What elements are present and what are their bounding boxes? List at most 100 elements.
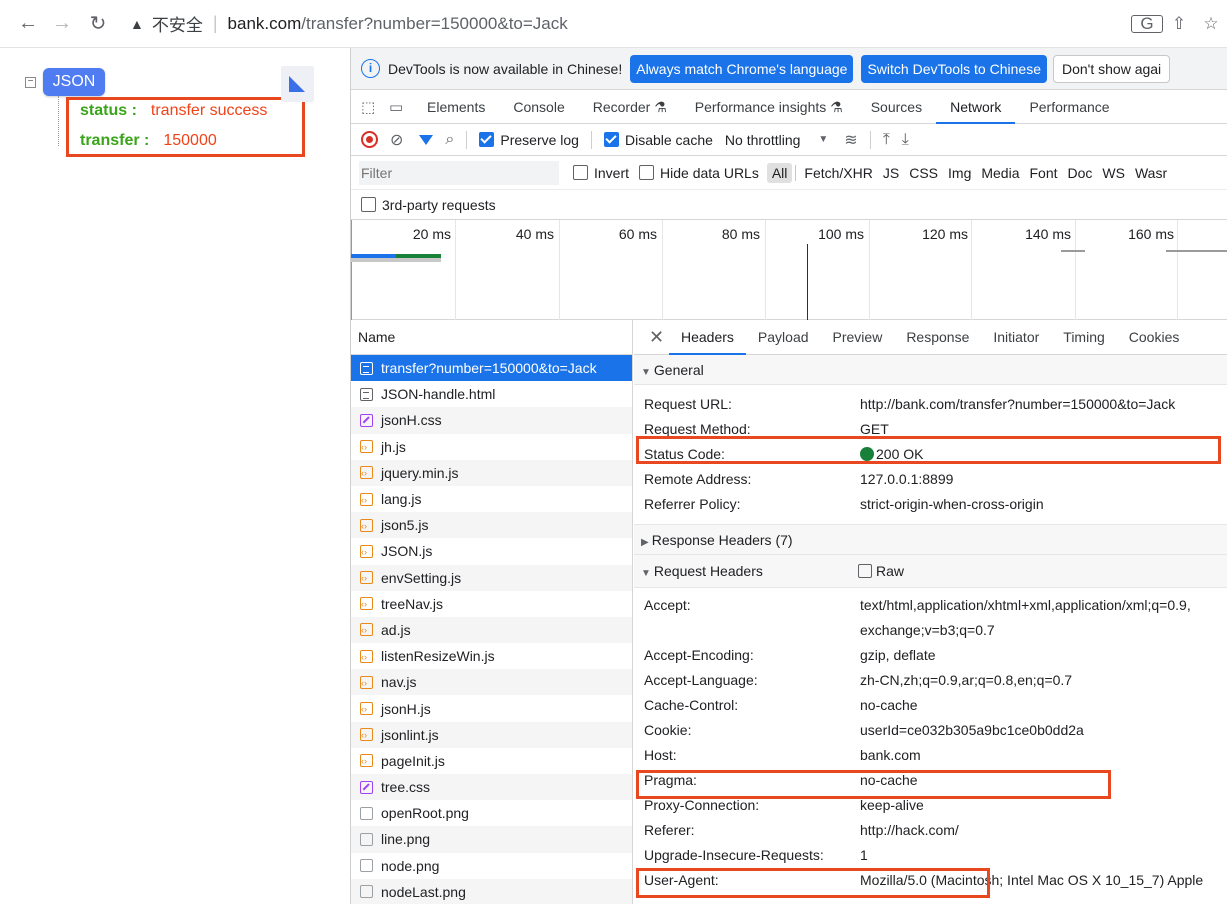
close-icon[interactable]: ✕ [649,327,669,348]
tab-performance-insights[interactable]: Performance insights ⚗ [681,90,857,124]
request-row[interactable]: envSetting.js [351,564,632,591]
header-value[interactable]: text/html,application/xhtml+xml,applicat… [860,597,1191,613]
import-har-icon[interactable]: ⤒ [883,131,890,149]
type-filter-all[interactable]: All [766,162,793,183]
tab-preview[interactable]: Preview [821,320,895,355]
collapse-toggle-icon[interactable]: − [25,77,36,88]
tab-headers[interactable]: Headers [669,320,746,355]
request-row[interactable]: jsonlint.js [351,721,632,748]
json-root-badge[interactable]: JSON [43,68,105,96]
js-file-icon [360,565,373,591]
tab-cookies[interactable]: Cookies [1117,320,1192,355]
section-response-headers[interactable]: ▶ Response Headers (7) [634,524,1227,555]
inspect-element-icon[interactable]: ⬚ [361,98,381,116]
tab-performance[interactable]: Performance [1015,90,1123,124]
type-filter-js[interactable]: JS [878,163,904,183]
warning-icon[interactable]: ▲ [130,16,144,32]
header-value[interactable]: exchange;v=b3;q=0.7 [860,622,995,638]
request-row[interactable]: JSON.js [351,538,632,565]
viewer-corner-button[interactable] [281,66,314,102]
request-row[interactable]: jh.js [351,434,632,460]
filter-icon[interactable] [419,134,434,145]
invert-checkbox[interactable]: Invert [573,165,629,181]
request-row[interactable]: jsonH.js [351,695,632,722]
device-toolbar-icon[interactable]: ▭ [389,98,413,116]
js-file-icon [360,460,373,486]
type-filter-fetch-xhr[interactable]: Fetch/XHR [799,163,877,183]
request-row[interactable]: ad.js [351,616,632,643]
header-value[interactable]: strict-origin-when-cross-origin [860,496,1044,512]
header-value[interactable]: http://hack.com/ [860,822,959,838]
header-value[interactable]: userId=ce032b305a9bc1ce0b0dd2a [860,722,1084,738]
tab-timing[interactable]: Timing [1051,320,1117,355]
translate-icon[interactable]: G [1131,14,1163,34]
tab-recorder[interactable]: Recorder ⚗ [579,90,681,124]
network-timeline[interactable]: 20 ms 40 ms 60 ms 80 ms 100 ms 120 ms 14… [351,220,1227,320]
dont-show-again-button[interactable]: Don't show agai [1052,54,1171,83]
filter-input[interactable] [359,160,559,185]
header-value[interactable]: GET [860,421,889,437]
back-icon[interactable]: ← [14,10,42,38]
section-request-headers[interactable]: ▼ Request Headers Raw [634,555,1227,588]
request-row[interactable]: tree.css [351,774,632,801]
tab-payload[interactable]: Payload [746,320,821,355]
header-value[interactable]: keep-alive [860,797,924,813]
forward-icon[interactable]: → [48,10,76,38]
request-row[interactable]: node.png [351,853,632,879]
raw-checkbox[interactable]: Raw [858,555,904,588]
type-filter-wasm[interactable]: Wasr [1130,163,1172,183]
tab-console[interactable]: Console [499,90,578,124]
header-value[interactable]: bank.com [860,747,921,763]
match-language-button[interactable]: Always match Chrome's language [630,54,854,83]
tab-elements[interactable]: Elements [413,90,499,124]
bookmark-star-icon[interactable]: ☆ [1195,14,1227,34]
share-icon[interactable]: ⇧ [1163,14,1195,34]
header-value[interactable]: 127.0.0.1:8899 [860,471,953,487]
header-value[interactable]: 1 [860,847,868,863]
disable-cache-checkbox[interactable]: Disable cache [603,132,713,148]
request-row[interactable]: pageInit.js [351,748,632,774]
request-row[interactable]: nav.js [351,669,632,696]
header-value[interactable]: no-cache [860,697,918,713]
type-filter-media[interactable]: Media [976,163,1024,183]
request-row[interactable]: line.png [351,826,632,853]
section-general[interactable]: ▼ General [634,355,1227,385]
type-filter-font[interactable]: Font [1025,163,1063,183]
request-row[interactable]: listenResizeWin.js [351,643,632,670]
reload-icon[interactable]: ↻ [84,10,112,38]
tab-response[interactable]: Response [894,320,981,355]
request-row[interactable]: openRoot.png [351,800,632,826]
request-row[interactable]: jquery.min.js [351,459,632,486]
tab-network[interactable]: Network [936,90,1016,124]
request-row[interactable]: lang.js [351,486,632,513]
request-row[interactable]: jsonH.css [351,407,632,434]
export-har-icon[interactable]: ⤓ [902,131,909,149]
type-filter-doc[interactable]: Doc [1063,163,1098,183]
checkbox-unchecked-icon [573,165,588,180]
request-row[interactable]: nodeLast.png [351,878,632,904]
type-filter-img[interactable]: Img [943,163,976,183]
preserve-log-checkbox[interactable]: Preserve log [479,132,579,148]
third-party-checkbox[interactable]: 3rd-party requests [361,197,496,213]
header-value[interactable]: zh-CN,zh;q=0.9,ar;q=0.8,en;q=0.7 [860,672,1072,688]
url-field[interactable]: bank.com/transfer?number=150000&to=Jack [228,14,568,34]
header-value[interactable]: gzip, deflate [860,647,936,663]
tab-sources[interactable]: Sources [857,90,936,124]
type-filter-css[interactable]: CSS [904,163,943,183]
request-row[interactable]: treeNav.js [351,591,632,617]
header-value[interactable]: http://bank.com/transfer?number=150000&t… [860,396,1175,412]
tab-initiator[interactable]: Initiator [981,320,1051,355]
column-header-name[interactable]: Name [351,320,632,355]
throttling-select[interactable]: No throttling ▼ [725,132,828,148]
clear-icon[interactable]: ⊘ [390,130,403,150]
insecure-label[interactable]: 不安全 [152,11,203,36]
hide-data-urls-checkbox[interactable]: Hide data URLs [639,165,759,181]
request-row[interactable]: transfer?number=150000&to=Jack [351,355,632,382]
switch-chinese-button[interactable]: Switch DevTools to Chinese [861,54,1047,83]
request-row[interactable]: json5.js [351,512,632,539]
type-filter-ws[interactable]: WS [1097,163,1130,183]
network-conditions-icon[interactable]: ≋ [844,130,857,150]
request-row[interactable]: JSON-handle.html [351,381,632,407]
search-icon[interactable]: ⌕ [445,131,454,149]
record-icon[interactable] [361,131,378,148]
